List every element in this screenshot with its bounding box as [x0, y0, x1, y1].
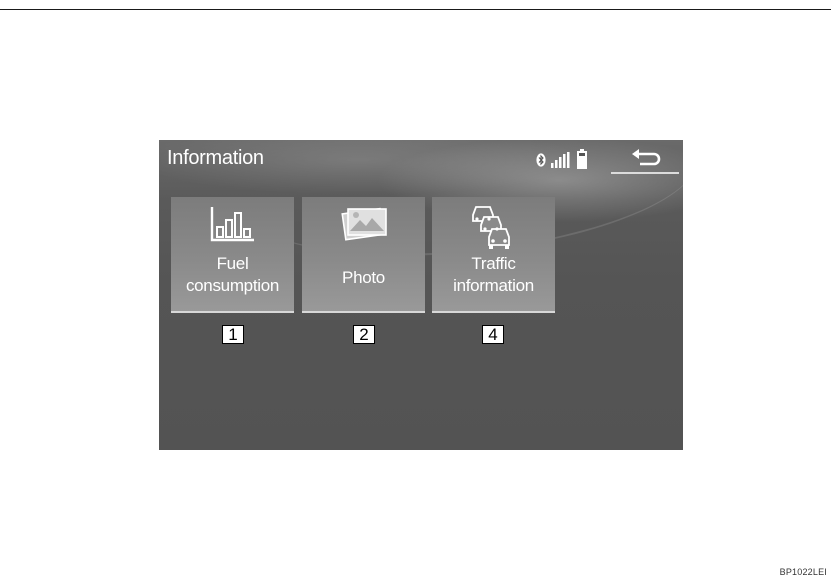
- bluetooth-icon: [536, 153, 546, 167]
- information-screen: Information Fuel consumption Photo Traff…: [159, 140, 683, 450]
- tile-label-line-1: Photo: [342, 268, 385, 287]
- screen-title: Information: [167, 147, 264, 169]
- tile-label-line-2: consumption: [185, 276, 280, 295]
- photo-icon: [302, 201, 425, 251]
- fuel-consumption-button[interactable]: Fuel consumption: [171, 197, 294, 313]
- battery-icon: [576, 149, 588, 169]
- tile-label-line-1: Traffic: [471, 254, 516, 273]
- photo-button[interactable]: Photo: [302, 197, 425, 313]
- signal-strength-icon: [550, 152, 572, 168]
- callout-number: 1: [222, 325, 244, 344]
- bar-chart-icon: [171, 201, 294, 251]
- figure-code: BP1022LEI: [779, 567, 827, 577]
- traffic-information-button[interactable]: Traffic information: [432, 197, 555, 313]
- tile-label-line-2: information: [453, 276, 534, 295]
- tile-label-line-1: Fuel: [216, 254, 249, 273]
- back-button[interactable]: [611, 144, 679, 174]
- callout-number: 2: [353, 325, 375, 344]
- callout-number: 4: [482, 325, 504, 344]
- page-top-rule: [0, 9, 831, 10]
- back-arrow-icon: [632, 149, 661, 166]
- traffic-cars-icon: [432, 201, 555, 251]
